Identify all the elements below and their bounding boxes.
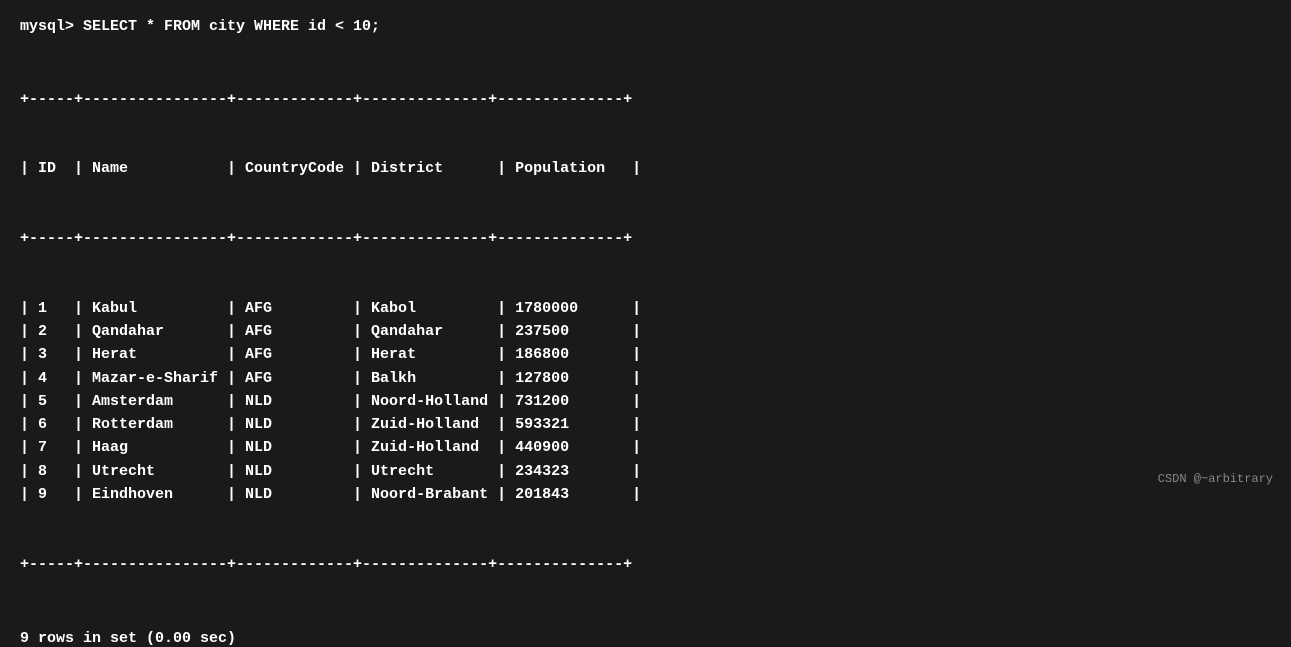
table-row: | 9 | Eindhoven | NLD | Noord-Brabant | … xyxy=(20,483,1271,506)
watermark: CSDN @~arbitrary xyxy=(1158,472,1273,486)
table-row: | 7 | Haag | NLD | Zuid-Holland | 440900… xyxy=(20,436,1271,459)
footer-text: 9 rows in set (0.00 sec) xyxy=(20,630,1271,647)
sql-table: +-----+----------------+-------------+--… xyxy=(20,41,1271,622)
divider-top: +-----+----------------+-------------+--… xyxy=(20,88,1271,111)
table-row: | 6 | Rotterdam | NLD | Zuid-Holland | 5… xyxy=(20,413,1271,436)
table-header: | ID | Name | CountryCode | District | P… xyxy=(20,157,1271,180)
table-row: | 1 | Kabul | AFG | Kabol | 1780000 | xyxy=(20,297,1271,320)
table-row: | 5 | Amsterdam | NLD | Noord-Holland | … xyxy=(20,390,1271,413)
divider-mid: +-----+----------------+-------------+--… xyxy=(20,227,1271,250)
table-row: | 3 | Herat | AFG | Herat | 186800 | xyxy=(20,343,1271,366)
table-row: | 2 | Qandahar | AFG | Qandahar | 237500… xyxy=(20,320,1271,343)
divider-bot: +-----+----------------+-------------+--… xyxy=(20,553,1271,576)
table-row: | 4 | Mazar-e-Sharif | AFG | Balkh | 127… xyxy=(20,367,1271,390)
table-row: | 8 | Utrecht | NLD | Utrecht | 234323 | xyxy=(20,460,1271,483)
sql-terminal: mysql> SELECT * FROM city WHERE id < 10;… xyxy=(20,18,1271,647)
table-rows: | 1 | Kabul | AFG | Kabol | 1780000 || 2… xyxy=(20,297,1271,506)
sql-command: mysql> SELECT * FROM city WHERE id < 10; xyxy=(20,18,1271,35)
